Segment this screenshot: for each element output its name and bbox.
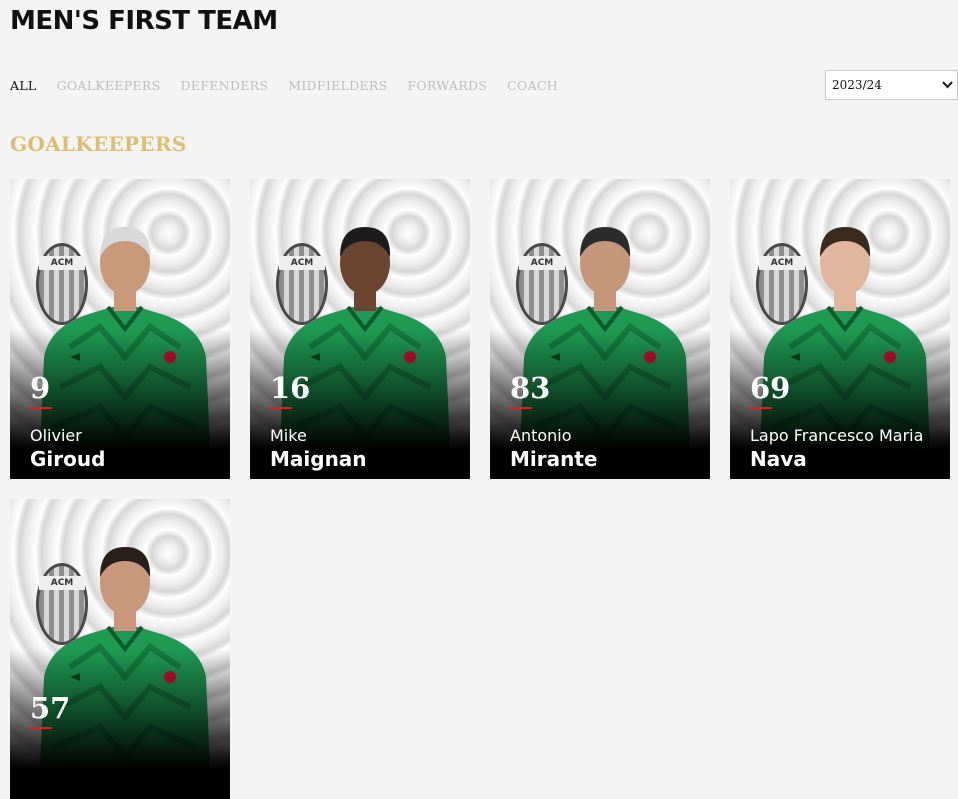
chevron-down-icon (942, 77, 953, 93)
position-filter-tabs: ALL GOALKEEPERS DEFENDERS MIDFIELDERS FO… (10, 78, 558, 93)
season-select[interactable]: 2023/24 (825, 70, 958, 100)
player-first-name: Mike (270, 426, 307, 445)
page-title: MEN'S FIRST TEAM (10, 6, 278, 36)
player-last-name: Mirante (510, 447, 598, 471)
number-underline (30, 407, 52, 409)
player-card[interactable]: ACM 83 Antonio Mirante (490, 179, 710, 479)
player-card[interactable]: ACM 57 (10, 499, 230, 799)
player-last-name: Nava (750, 447, 807, 471)
player-number: 9 (30, 371, 51, 405)
filter-tab-defenders[interactable]: DEFENDERS (181, 78, 269, 93)
number-underline (510, 407, 532, 409)
player-number: 16 (270, 371, 311, 405)
filter-tab-all[interactable]: ALL (10, 78, 37, 93)
player-card[interactable]: ACM 9 Olivier Giroud (10, 179, 230, 479)
filter-tab-coach[interactable]: COACH (507, 78, 558, 93)
section-title: GOALKEEPERS (10, 132, 187, 156)
player-first-name: Antonio (510, 426, 572, 445)
player-grid: ACM 9 Olivier Giroud ACM 16 Mike Maignan… (10, 179, 958, 799)
number-underline (750, 407, 772, 409)
player-card[interactable]: ACM 16 Mike Maignan (250, 179, 470, 479)
player-last-name: Maignan (270, 447, 367, 471)
number-underline (270, 407, 292, 409)
player-number: 83 (510, 371, 551, 405)
player-card[interactable]: ACM 69 Lapo Francesco Maria Nava (730, 179, 950, 479)
player-number: 57 (30, 691, 71, 725)
number-underline (30, 727, 52, 729)
filter-tab-midfielders[interactable]: MIDFIELDERS (288, 78, 387, 93)
filter-tab-goalkeepers[interactable]: GOALKEEPERS (57, 78, 161, 93)
player-last-name: Giroud (30, 447, 106, 471)
player-first-name: Lapo Francesco Maria (750, 426, 924, 445)
player-first-name: Olivier (30, 426, 82, 445)
filter-tab-forwards[interactable]: FORWARDS (407, 78, 487, 93)
season-select-value: 2023/24 (832, 78, 882, 92)
player-number: 69 (750, 371, 791, 405)
